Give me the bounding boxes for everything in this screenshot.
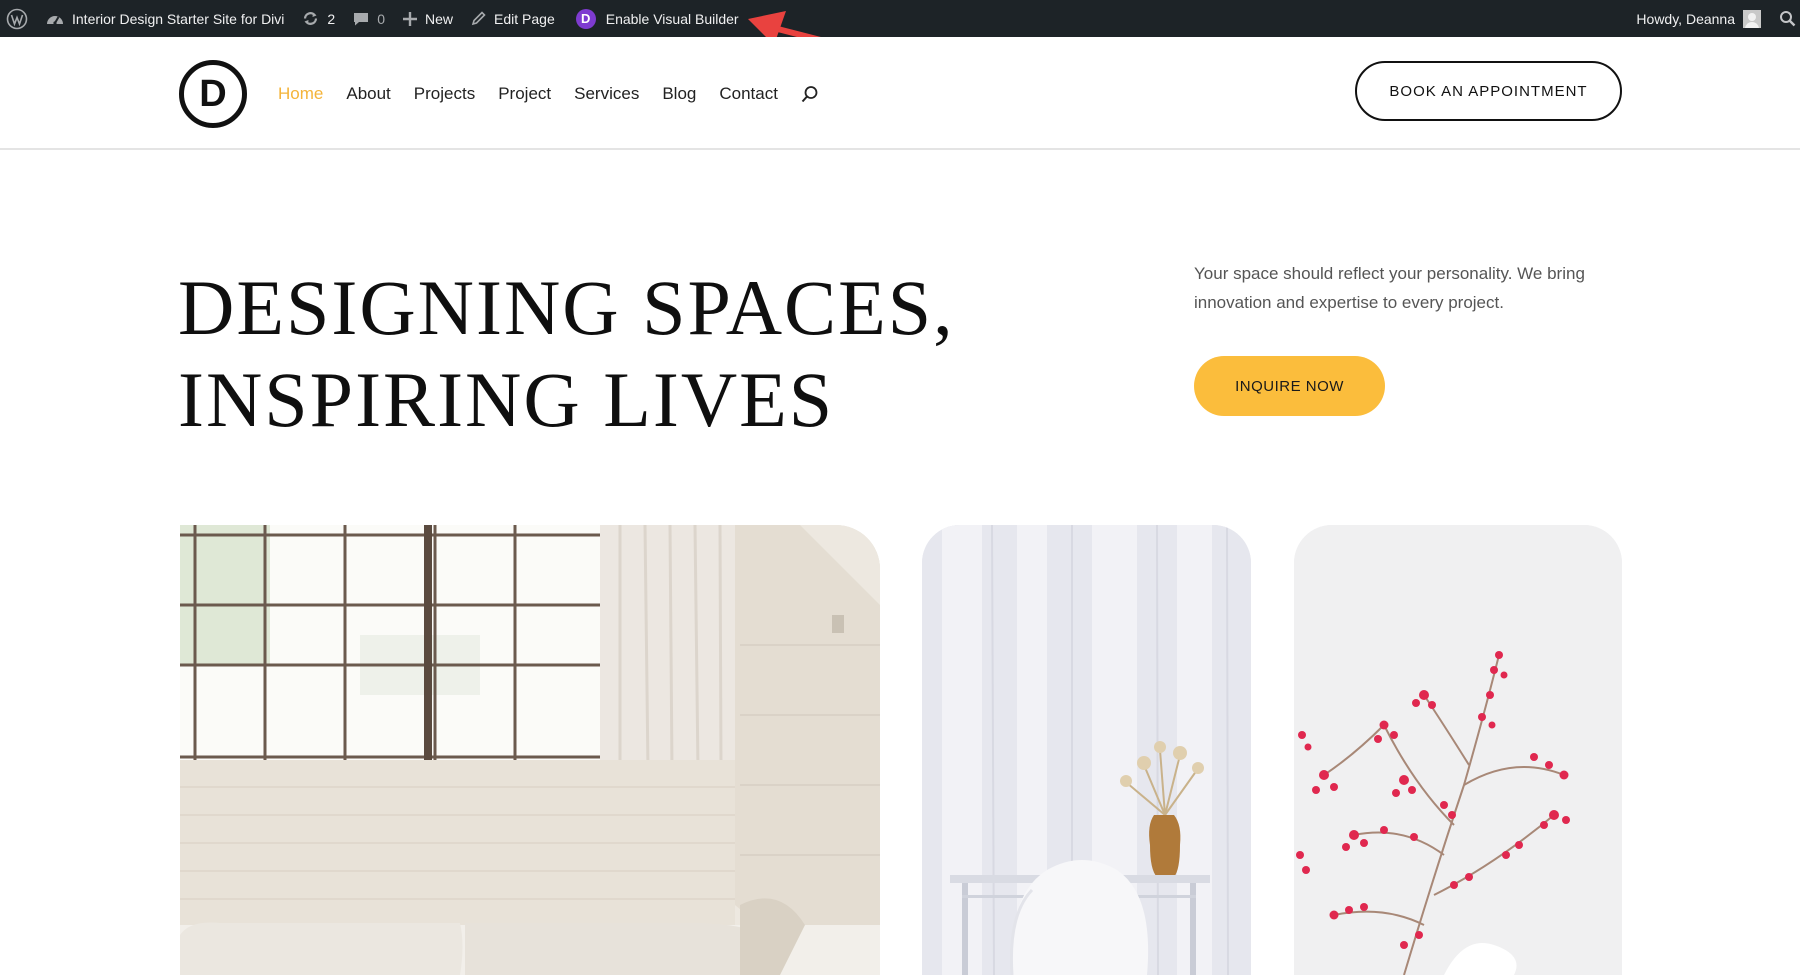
site-name-link[interactable]: Interior Design Starter Site for Divi bbox=[37, 0, 293, 37]
wordpress-icon bbox=[6, 8, 28, 30]
nav-about[interactable]: About bbox=[346, 84, 390, 104]
new-label: New bbox=[425, 10, 454, 27]
comments-count: 0 bbox=[377, 10, 385, 27]
edit-page-link[interactable]: Edit Page bbox=[462, 0, 564, 37]
hero-title: DESIGNING SPACES, INSPIRING LIVES bbox=[178, 262, 955, 446]
nav-contact[interactable]: Contact bbox=[719, 84, 778, 104]
plus-icon bbox=[403, 11, 417, 26]
nav-blog[interactable]: Blog bbox=[662, 84, 696, 104]
enable-visual-builder-link[interactable]: D Enable Visual Builder bbox=[564, 0, 748, 37]
visual-builder-label: Enable Visual Builder bbox=[605, 10, 739, 27]
search-icon bbox=[1779, 10, 1796, 27]
nav-home[interactable]: Home bbox=[278, 84, 323, 104]
updates-count: 2 bbox=[327, 10, 336, 27]
logo-letter: D bbox=[199, 72, 227, 115]
hero-description: Your space should reflect your personali… bbox=[1194, 264, 1585, 312]
nav-projects[interactable]: Projects bbox=[414, 84, 475, 104]
user-greeting: Howdy, Deanna bbox=[1636, 10, 1735, 27]
dashboard-icon bbox=[46, 11, 64, 27]
red-berries-image bbox=[1294, 525, 1622, 975]
wordpress-menu[interactable] bbox=[0, 0, 37, 37]
chair-table-image bbox=[922, 525, 1251, 975]
site-name: Interior Design Starter Site for Divi bbox=[72, 10, 285, 27]
comments-link[interactable]: 0 bbox=[344, 0, 394, 37]
living-room-image bbox=[180, 525, 880, 975]
inquire-now-button[interactable]: INQUIRE NOW bbox=[1194, 356, 1385, 416]
updates-icon bbox=[302, 10, 319, 27]
divi-icon: D bbox=[575, 8, 596, 29]
nav-services[interactable]: Services bbox=[574, 84, 639, 104]
site-logo[interactable]: D bbox=[179, 60, 247, 128]
search-icon[interactable] bbox=[801, 85, 819, 103]
nav-project[interactable]: Project bbox=[498, 84, 551, 104]
my-account-link[interactable]: Howdy, Deanna bbox=[1627, 0, 1770, 37]
edit-page-label: Edit Page bbox=[494, 10, 555, 27]
updates-link[interactable]: 2 bbox=[293, 0, 344, 37]
new-content-link[interactable]: New bbox=[394, 0, 462, 37]
comments-icon bbox=[353, 11, 369, 27]
book-appointment-button[interactable]: BOOK AN APPOINTMENT bbox=[1355, 61, 1622, 121]
site-header: D Home About Projects Project Services B… bbox=[0, 37, 1800, 150]
main-nav: Home About Projects Project Services Blo… bbox=[278, 84, 819, 104]
hero-title-line-2: INSPIRING LIVES bbox=[178, 356, 835, 443]
hero-title-line-1: DESIGNING SPACES, bbox=[178, 264, 955, 351]
admin-search-button[interactable] bbox=[1770, 0, 1800, 37]
pencil-icon bbox=[471, 11, 486, 26]
avatar bbox=[1743, 9, 1761, 28]
